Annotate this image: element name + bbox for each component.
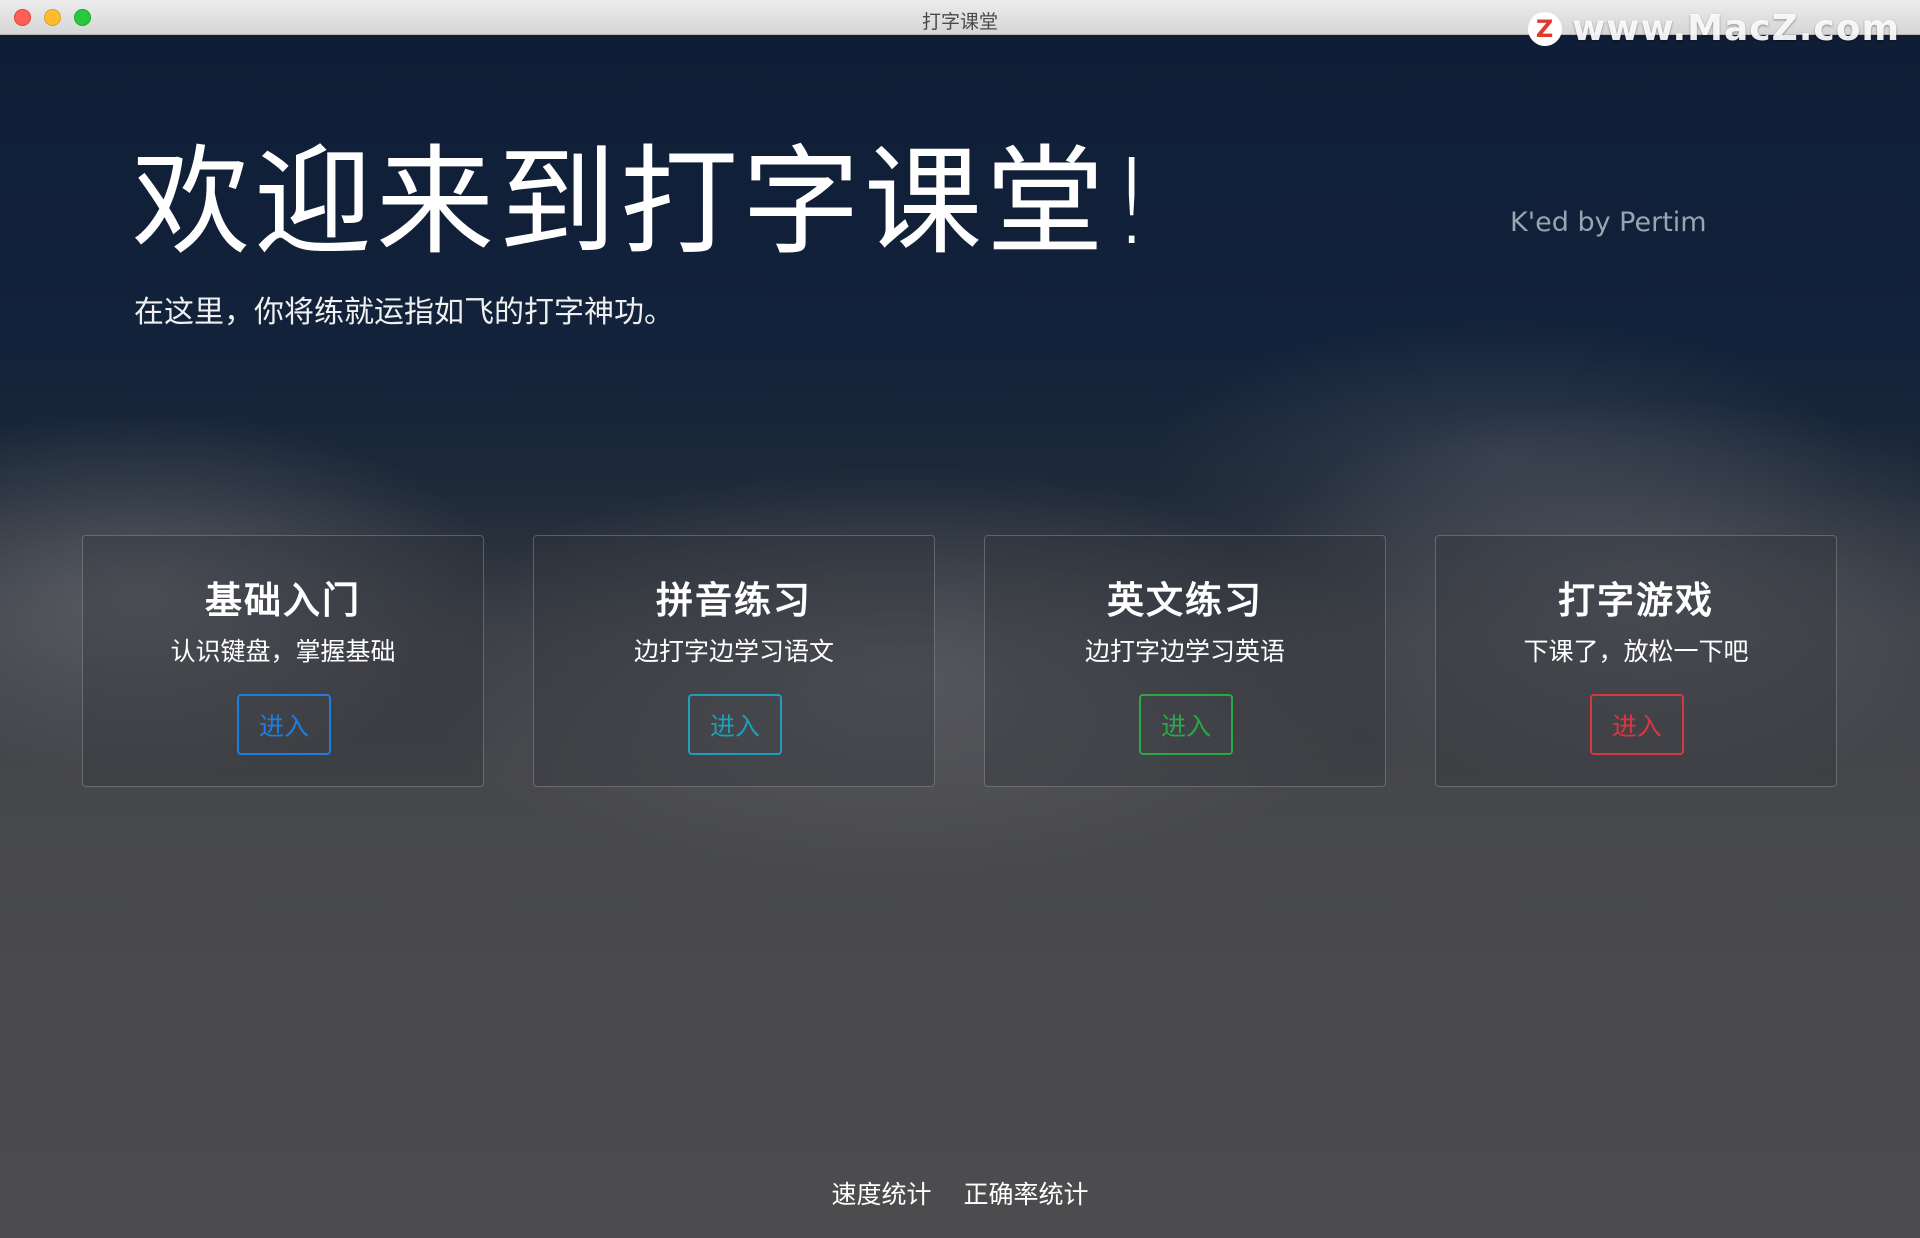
card-description: 边打字边学习语文 — [633, 637, 834, 666]
app-window: 打字课堂 欢迎来到打字课堂! 在这里，你将练就运指如飞的打字神功。 K'ed b… — [0, 0, 1920, 1238]
main-content: 欢迎来到打字课堂! 在这里，你将练就运指如飞的打字神功。 K'ed by Per… — [0, 35, 1920, 1238]
card-english: 英文练习 边打字边学习英语 进入 — [984, 535, 1386, 787]
card-pinyin: 拼音练习 边打字边学习语文 进入 — [533, 535, 935, 787]
macz-logo-icon: Z — [1528, 11, 1563, 46]
enter-english-button[interactable]: 进入 — [1139, 694, 1233, 755]
enter-pinyin-button[interactable]: 进入 — [688, 694, 782, 755]
enter-basics-button[interactable]: 进入 — [237, 694, 331, 755]
course-cards: 基础入门 认识键盘，掌握基础 进入 拼音练习 边打字边学习语文 进入 英文练习 … — [82, 535, 1838, 787]
enter-games-button[interactable]: 进入 — [1590, 694, 1684, 755]
page-title: 欢迎来到打字课堂! — [132, 133, 1160, 271]
card-basics: 基础入门 认识键盘，掌握基础 进入 — [82, 535, 484, 787]
card-description: 下课了，放松一下吧 — [1523, 637, 1749, 666]
speed-stats-link[interactable]: 速度统计 — [832, 1180, 932, 1209]
card-title: 基础入门 — [205, 579, 361, 622]
card-description: 边打字边学习英语 — [1084, 637, 1285, 666]
card-title: 英文练习 — [1107, 579, 1263, 622]
footer-links: 速度统计 正确率统计 — [0, 1175, 1920, 1211]
card-title: 打字游戏 — [1558, 579, 1714, 622]
card-games: 打字游戏 下课了，放松一下吧 进入 — [1435, 535, 1837, 787]
card-description: 认识键盘，掌握基础 — [170, 637, 396, 666]
card-title: 拼音练习 — [656, 579, 812, 622]
watermark: Z www.MacZ.com — [1528, 8, 1900, 49]
credit-text: K'ed by Pertim — [1510, 207, 1707, 238]
page-subtitle: 在这里，你将练就运指如飞的打字神功。 — [134, 295, 674, 330]
accuracy-stats-link[interactable]: 正确率统计 — [963, 1180, 1088, 1209]
watermark-text: www.MacZ.com — [1572, 8, 1900, 49]
